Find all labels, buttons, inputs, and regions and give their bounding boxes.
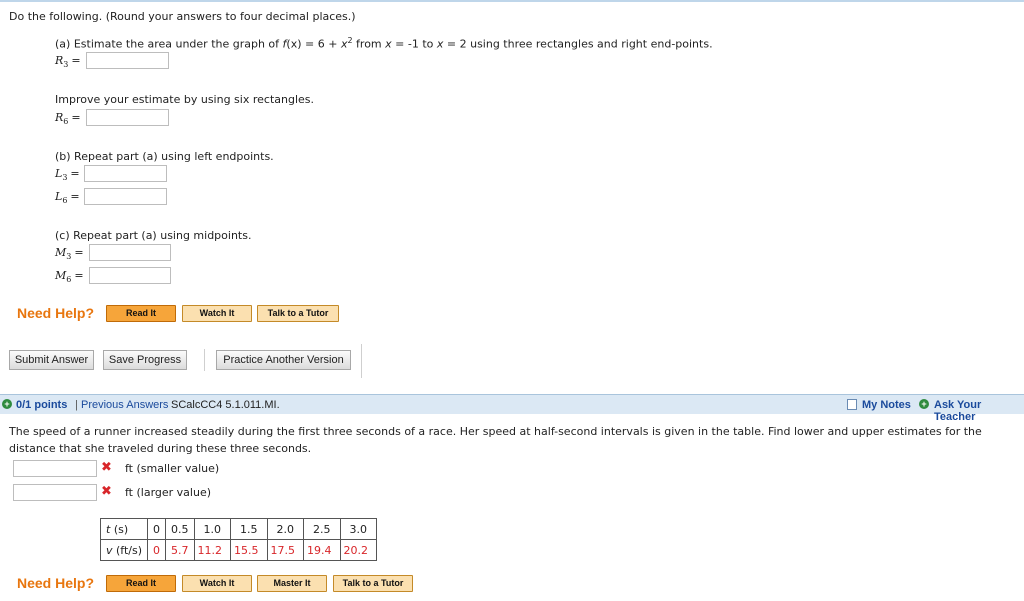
table-cell: 1.5	[230, 518, 268, 540]
table-cell: 5.7	[165, 539, 195, 561]
smaller-value-input[interactable]	[13, 460, 97, 477]
m3-label: M3 =	[55, 246, 84, 262]
previous-answers-link[interactable]: Previous Answers	[81, 399, 168, 411]
points-label: 0/1 points	[16, 399, 68, 411]
r6-input[interactable]	[86, 109, 169, 126]
plus-circle-icon[interactable]: +	[2, 399, 12, 409]
my-notes-link[interactable]: My Notes	[862, 399, 911, 411]
button-divider-right	[361, 344, 362, 378]
master-it-button[interactable]: Master It	[257, 575, 327, 592]
table-cell: 0.5	[165, 518, 195, 540]
talk-to-tutor-button[interactable]: Talk to a Tutor	[257, 305, 339, 322]
talk-to-tutor-button[interactable]: Talk to a Tutor	[333, 575, 413, 592]
part-a-text: (a) Estimate the area under the graph of…	[55, 36, 713, 51]
submit-answer-button[interactable]: Submit Answer	[9, 350, 94, 370]
l6-label: L6 =	[55, 190, 80, 206]
table-header-v: v (ft/s)	[99, 539, 149, 561]
need-help-label: Need Help?	[17, 305, 95, 321]
button-divider	[204, 349, 205, 371]
question-text-line2: distance that she traveled during these …	[9, 442, 312, 455]
need-help-label: Need Help?	[17, 575, 95, 591]
practice-another-version-button[interactable]: Practice Another Version	[216, 350, 351, 370]
table-cell: 20.2	[339, 539, 378, 561]
table-cell: 1.0	[193, 518, 232, 540]
table-cell: 3.0	[339, 518, 378, 540]
top-divider	[0, 0, 1024, 2]
save-progress-button[interactable]: Save Progress	[103, 350, 187, 370]
table-row: t (s) 0 0.5 1.0 1.5 2.0 2.5 3.0	[99, 518, 378, 540]
problem-code: SCalcCC4 5.1.011.MI.	[171, 399, 280, 411]
table-cell: 2.0	[266, 518, 305, 540]
note-icon	[847, 399, 857, 410]
r3-input[interactable]	[86, 52, 169, 69]
part-b-text: (b) Repeat part (a) using left endpoints…	[55, 150, 274, 163]
table-cell: 2.5	[303, 518, 341, 540]
table-cell: 0	[147, 518, 167, 540]
table-cell: 17.5	[266, 539, 305, 561]
l3-input[interactable]	[84, 165, 167, 182]
r3-label: R3 =	[55, 54, 81, 70]
x-mark-icon: ✖	[101, 484, 112, 499]
speed-table: t (s) 0 0.5 1.0 1.5 2.0 2.5 3.0 v (ft/s)…	[99, 518, 378, 561]
m3-input[interactable]	[89, 244, 171, 261]
bar-separator: |	[75, 399, 78, 411]
instructions: Do the following. (Round your answers to…	[9, 10, 356, 23]
question-text-line1: The speed of a runner increased steadily…	[9, 425, 982, 438]
table-cell: 0	[147, 539, 167, 561]
m6-label: M6 =	[55, 269, 84, 285]
read-it-button[interactable]: Read It	[106, 305, 176, 322]
table-cell: 15.5	[230, 539, 268, 561]
x-mark-icon: ✖	[101, 460, 112, 475]
larger-value-input[interactable]	[13, 484, 97, 501]
watch-it-button[interactable]: Watch It	[182, 305, 252, 322]
smaller-value-unit: ft (smaller value)	[125, 462, 220, 475]
plus-circle-icon[interactable]: +	[919, 399, 929, 409]
larger-value-unit: ft (larger value)	[125, 486, 212, 499]
r6-label: R6 =	[55, 111, 81, 127]
table-row: v (ft/s) 0 5.7 11.2 15.5 17.5 19.4 20.2	[99, 539, 378, 561]
l6-input[interactable]	[84, 188, 167, 205]
question-header-bar: + 0/1 points | Previous Answers SCalcCC4…	[0, 394, 1024, 423]
watch-it-button[interactable]: Watch It	[182, 575, 252, 592]
l3-label: L3 =	[55, 167, 80, 183]
improve-text: Improve your estimate by using six recta…	[55, 93, 315, 106]
table-cell: 19.4	[303, 539, 341, 561]
table-header-t: t (s)	[99, 518, 149, 540]
m6-input[interactable]	[89, 267, 171, 284]
table-cell: 11.2	[193, 539, 232, 561]
read-it-button[interactable]: Read It	[106, 575, 176, 592]
ask-your-teacher-link[interactable]: Ask Your Teacher	[934, 399, 1024, 423]
part-c-text: (c) Repeat part (a) using midpoints.	[55, 229, 252, 242]
